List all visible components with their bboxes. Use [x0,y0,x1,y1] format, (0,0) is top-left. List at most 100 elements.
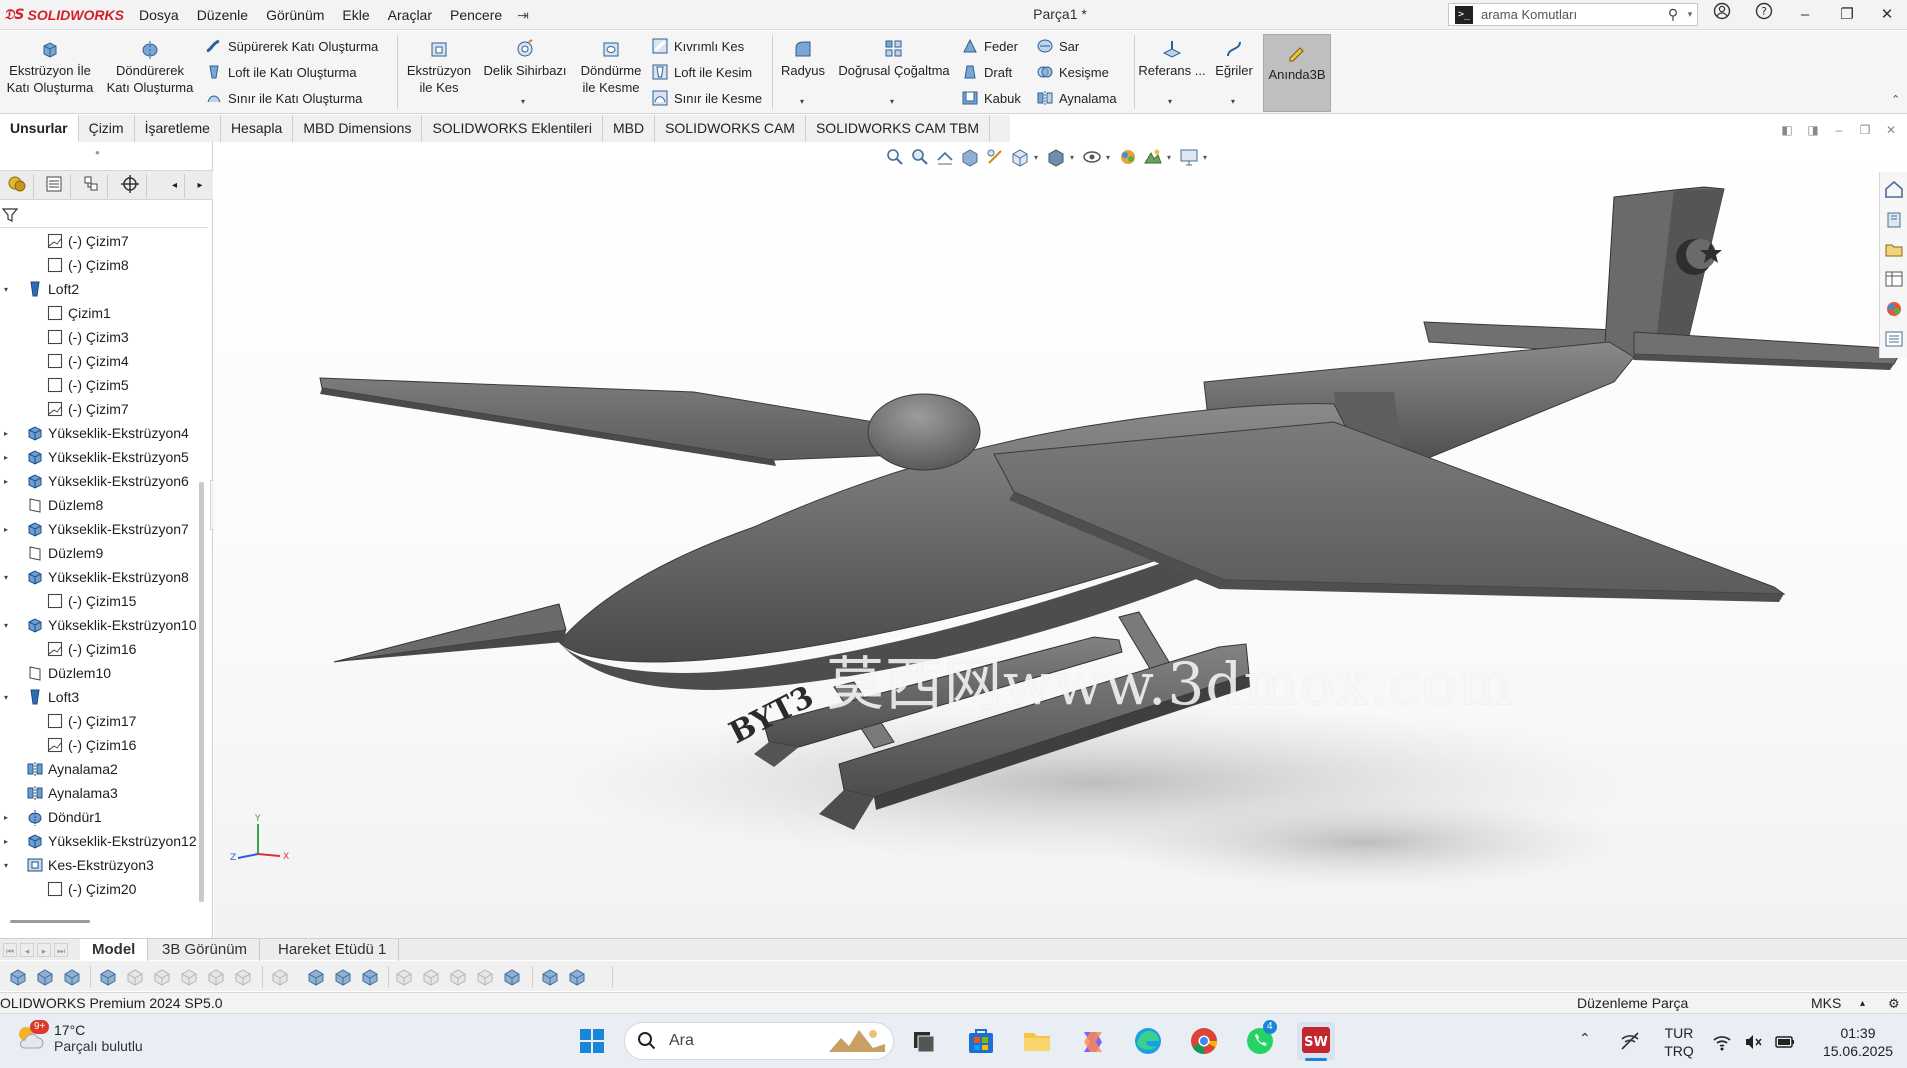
sweep-boss-button[interactable]: Süpürerek Katı Oluşturma [205,35,378,57]
draft-button[interactable]: Draft [961,61,1012,83]
chevron-down-icon[interactable]: ▾ [800,97,804,106]
graphics-area[interactable]: ▾ ▾ ▾ ▾ ▾ BYT3 莫西网www.3dmox.com Y X Z [214,142,1907,938]
boundary-cut-button[interactable]: Sınır ile Kesme [651,87,762,109]
file-explorer-icon[interactable] [1020,1024,1054,1058]
cut-feature-icon[interactable] [233,967,253,987]
tree-item[interactable]: (-) Çizim8 [0,253,196,277]
tree-expander-icon[interactable]: ▸ [0,477,12,486]
tree-expander-icon[interactable]: ▸ [0,837,12,846]
configuration-manager-tab-icon[interactable] [74,174,108,198]
input-language[interactable]: TUR TRQ [1663,1024,1695,1060]
solidworks-logo[interactable]: 𝔇S SOLIDWORKS [4,5,124,25]
tree-item[interactable]: Düzlem10 [0,661,196,685]
tree-item[interactable]: ▾ Yükseklik-Ekstrüzyon10 [0,613,196,637]
feature-manager-tab-icon[interactable] [0,174,34,198]
sweep-feature-icon[interactable] [152,967,172,987]
tile-right-icon[interactable]: ◨ [1803,120,1823,140]
edge-browser-icon[interactable] [1131,1024,1165,1058]
reference-geometry-button[interactable]: Referans ... [1137,31,1207,79]
help-icon[interactable]: ? [1751,2,1777,28]
user-account-icon[interactable] [1709,2,1735,28]
tree-expander-icon[interactable]: ▾ [0,285,12,294]
restore-icon[interactable]: ❐ [1834,2,1860,28]
whatsapp-icon[interactable]: 4 [1243,1020,1277,1058]
first-tab-icon[interactable]: ⏮ [3,943,17,957]
search-icon[interactable]: ⚲ [1663,6,1683,23]
task-view-icon[interactable] [908,1024,942,1058]
revolve-cut-button[interactable]: Döndürme ile Kesme [572,31,650,96]
doc-close-icon[interactable]: ✕ [1881,120,1901,140]
extrude-feature-icon[interactable] [8,967,28,987]
extrude-feature-icon[interactable] [206,967,226,987]
fillet-feature-icon[interactable] [502,967,522,987]
split-icon[interactable] [306,967,326,987]
prev-tab-icon[interactable]: ◂ [20,943,34,957]
tree-item[interactable]: (-) Çizim17 [0,709,196,733]
tree-item[interactable]: (-) Çizim16 [0,733,196,757]
tree-expander-icon[interactable]: ▾ [0,573,12,582]
swept-cut-button[interactable]: Kıvrımlı Kes [651,35,744,57]
tree-item[interactable]: (-) Çizim7 [0,229,196,253]
tab-isaretleme[interactable]: İşaretleme [134,115,221,142]
battery-icon[interactable] [1774,1032,1796,1052]
tree-item[interactable]: ▸ Döndür1 [0,805,196,829]
solidworks-taskbar-icon[interactable]: SW [1297,1022,1335,1061]
tree-item[interactable]: ▸ Yükseklik-Ekstrüzyon12 [0,829,196,853]
tree-item[interactable]: (-) Çizim15 [0,589,196,613]
loft-feature-icon[interactable] [62,967,82,987]
filter-icon[interactable] [2,207,18,223]
tree-scrollbar[interactable] [199,482,204,902]
tree-item[interactable]: Aynalama2 [0,757,196,781]
chrome-browser-icon[interactable] [1187,1024,1221,1058]
microsoft-store-icon[interactable] [964,1024,998,1058]
tree-expander-icon[interactable]: ▾ [0,621,12,630]
collapse-ribbon-icon[interactable]: ⌃ [1891,93,1900,106]
units-selector[interactable]: MKS [1811,993,1841,1014]
shell-feature-icon[interactable] [475,967,495,987]
tab-eklentiler[interactable]: SOLIDWORKS Eklentileri [422,115,603,142]
close-icon[interactable]: ✕ [1874,2,1900,28]
tree-item[interactable]: (-) Çizim5 [0,373,196,397]
tabs-scroll-left-icon[interactable]: ◂ [165,174,185,198]
intersect-button[interactable]: Kesişme [1036,61,1109,83]
tree-item[interactable]: Düzlem9 [0,541,196,565]
tree-item[interactable]: Aynalama3 [0,781,196,805]
copilot-icon[interactable] [1076,1024,1110,1058]
tree-expander-icon[interactable]: ▸ [0,813,12,822]
minimize-icon[interactable]: – [1792,2,1818,28]
menu-ekle[interactable]: Ekle [333,0,378,30]
tree-item[interactable]: ▾ Kes-Ekstrüzyon3 [0,853,196,877]
tab-hesapla[interactable]: Hesapla [220,115,294,142]
tree-item[interactable]: ▾ Loft3 [0,685,196,709]
sketch-feature-icon[interactable] [125,967,145,987]
tree-item[interactable]: ▸ Yükseklik-Ekstrüzyon5 [0,445,196,469]
wifi-icon[interactable] [1712,1032,1732,1052]
home-icon[interactable] [1883,178,1905,200]
boundary-boss-button[interactable]: Sınır ile Katı Oluşturma [205,87,362,109]
view-palette-icon[interactable] [1883,268,1905,290]
extrude-cut-button[interactable]: Ekstrüzyon ile Kes [400,31,478,96]
doc-restore-icon[interactable]: ❐ [1855,120,1875,140]
tree-item[interactable]: (-) Çizim4 [0,349,196,373]
windows-start-icon[interactable] [575,1024,609,1058]
customize-status-icon[interactable]: ⚙ [1888,993,1900,1014]
wrap-button[interactable]: Sar [1036,35,1079,57]
design-library-icon[interactable] [1883,208,1905,230]
tab-model[interactable]: Model [80,939,149,961]
tab-motion-study[interactable]: Hareket Etüdü 1 [266,939,400,961]
windows-search[interactable]: Ara [624,1022,894,1060]
file-explorer-icon[interactable] [1883,238,1905,260]
fillet-button[interactable]: Radyus [775,31,831,79]
instant3d-button[interactable]: Anında3B [1263,34,1331,112]
property-manager-tab-icon[interactable] [37,174,71,198]
tree-item[interactable]: ▾ Yükseklik-Ekstrüzyon8 [0,565,196,589]
pin-menu-icon[interactable]: ⇥ [511,7,535,24]
chevron-down-icon[interactable]: ▾ [1168,97,1172,106]
doc-minimize-icon[interactable]: – [1829,120,1849,140]
menu-dosya[interactable]: Dosya [130,0,188,30]
tree-item[interactable]: (-) Çizim20 [0,877,196,901]
reference-plane-icon[interactable] [360,967,380,987]
revolve-feature-icon[interactable] [270,967,290,987]
tab-mbd-dimensions[interactable]: MBD Dimensions [293,115,423,142]
system-clock[interactable]: 01:39 15.06.2025 [1813,1024,1903,1060]
